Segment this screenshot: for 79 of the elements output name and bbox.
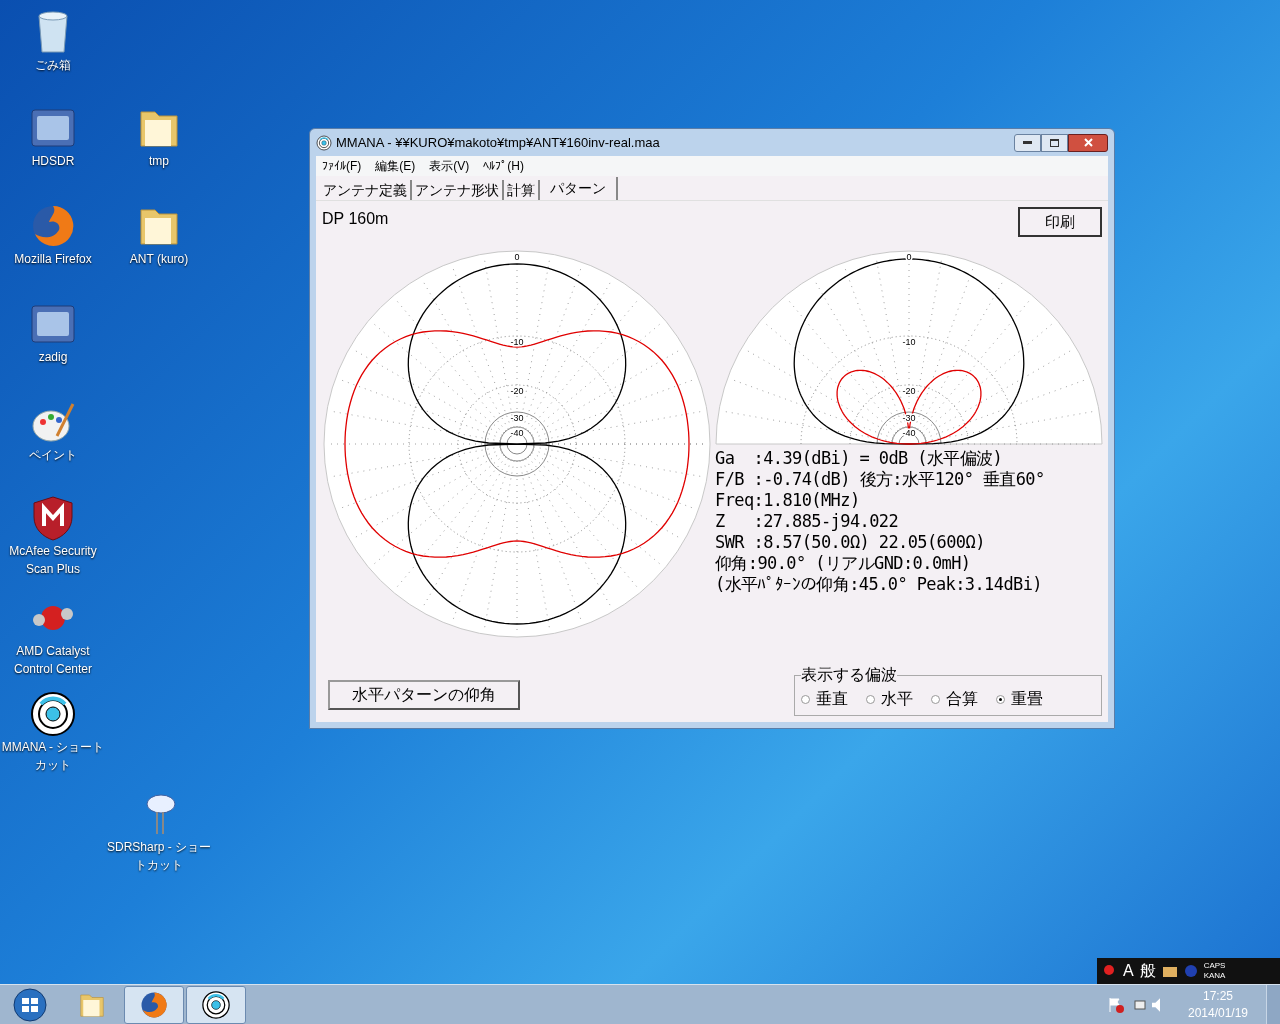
icon-label: ペイント [29,447,77,464]
ime-mode[interactable]: A [1123,963,1134,979]
close-icon [1083,138,1093,147]
desktop-icon[interactable]: MMANA - ショートカット [0,690,106,774]
desktop-icon[interactable]: ペイント [0,398,106,464]
radio-button[interactable] [866,694,875,704]
readout-line: F/B :-0.74(dB) 後方:水平120° 垂直60° [715,469,1046,490]
print-button[interactable]: 印刷 [1018,207,1102,237]
tab[interactable]: アンテナ形状 [412,180,504,200]
menu-item[interactable]: 編集(E) [375,157,416,175]
windows-logo-icon [13,987,47,1022]
elevation-button[interactable]: 水平パターンの仰角 [328,680,520,710]
radio-button[interactable] [801,694,810,704]
radio-option[interactable]: 垂直 [801,687,848,711]
desktop-icon[interactable]: AMD Catalyst Control Center [0,594,106,678]
readout-line: (水平ﾊﾟﾀｰﾝの仰角:45.0° Peak:3.14dBi) [715,574,1043,595]
radar-target-icon [29,690,77,738]
desktop-icon[interactable]: HDSDR [0,104,106,170]
icon-label: SDRSharp - ショートカット [106,839,212,874]
minimize-icon [1023,141,1032,144]
icon-label: McAfee Security Scan Plus [8,543,98,578]
icon-label: AMD Catalyst Control Center [12,643,93,678]
icon-label: tmp [149,153,169,170]
radar-target-icon [201,989,231,1020]
radio-label: 水平 [881,689,913,709]
radio-button[interactable] [931,694,940,704]
desktop-icon[interactable]: ANT (kuro) [106,202,212,268]
desktop-icon[interactable]: SDRSharp - ショートカット [106,790,212,874]
desktop-icon[interactable]: ごみ箱 [0,8,106,74]
taskbar-button[interactable] [186,985,246,1024]
radio-button[interactable] [996,694,1005,704]
radio-label: 垂直 [816,689,848,709]
icon-label: MMANA - ショートカット [0,739,106,774]
radio-label: 重畳 [1011,689,1043,709]
icon-label: HDSDR [31,153,75,170]
caps-indicator: CAPS [1203,961,1226,971]
radar-target-icon [316,134,332,151]
clock-date: 2014/01/19 [1187,1004,1249,1022]
menu-item[interactable]: ﾍﾙﾌﾟ(H) [483,157,524,175]
readout-line: 仰角:90.0° (リアルGND:0.0mH) [715,553,972,574]
radio-option[interactable]: 合算 [931,687,978,711]
readout-line: Ga :4.39(dBi) = 0dB (水平偏波) [715,448,1004,469]
icon-label: zadig [38,349,68,366]
desktop-icon[interactable]: zadig [0,300,106,366]
ring-label: 0 [906,252,912,262]
desktop-icon[interactable]: tmp [106,104,212,170]
radio-option[interactable]: 水平 [866,687,913,711]
tab[interactable]: アンテナ定義 [320,180,412,200]
radio-label: 合算 [946,689,978,709]
icon-label: ANT (kuro) [129,251,189,268]
antenna-name: DP 160m [322,209,389,229]
ring-label: -30 [510,413,524,423]
desktop-icon[interactable]: McAfee Security Scan Plus [0,494,106,578]
ring-label: -20 [902,386,916,396]
maximize-icon [1050,138,1059,147]
minimize-button[interactable] [1014,133,1041,152]
desktop-icon[interactable]: Mozilla Firefox [0,202,106,268]
ring-label: -20 [510,386,524,396]
radio-option[interactable]: 重畳 [996,687,1043,711]
ring-label: 0 [514,252,520,262]
kana-indicator: KANA [1203,971,1226,981]
group-title: 表示する偏波 [801,665,897,685]
icon-label: ごみ箱 [35,57,71,74]
menu-item[interactable]: ﾌｧｲﾙ(F) [322,157,362,175]
speaker-icon [1152,997,1160,1012]
readout-line: SWR :8.57(50.0Ω) 22.05(600Ω) [715,532,986,553]
clock-time: 17:25 [1203,987,1233,1005]
readout-line: Freq:1.810(MHz) [715,490,861,511]
ring-label: -10 [510,337,524,347]
menu-item[interactable]: 表示(V) [429,157,470,175]
icon-label: Mozilla Firefox [14,251,92,268]
close-button[interactable] [1068,133,1108,152]
action-center-flag-icon [1108,996,1124,1013]
ring-label: -10 [902,337,916,347]
ring-label: -40 [510,428,524,438]
maximize-button[interactable] [1041,133,1068,152]
window-title: MMANA - ¥¥KURO¥makoto¥tmp¥ANT¥160inv-real.maa [336,133,661,152]
readout-line: Z :27.885-j94.022 [715,511,900,532]
ime-mode[interactable]: 般 [1139,963,1156,979]
